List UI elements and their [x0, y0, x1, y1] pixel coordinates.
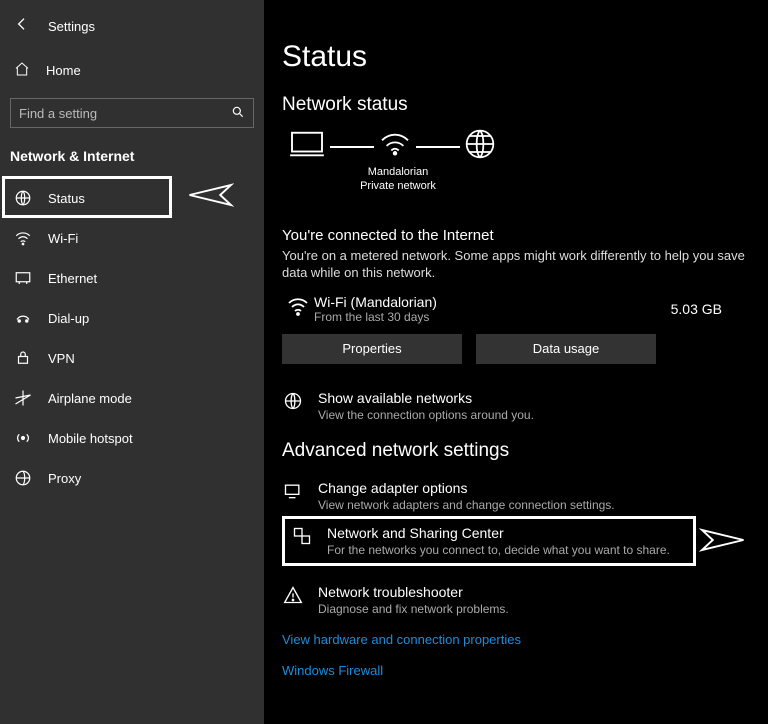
nav-label: Mobile hotspot — [48, 431, 133, 446]
wifi-icon — [286, 294, 314, 323]
proxy-icon — [14, 469, 32, 487]
option-sub: For the networks you connect to, decide … — [327, 543, 670, 557]
sidebar-item-hotspot[interactable]: Mobile hotspot — [0, 418, 264, 458]
hardware-link[interactable]: View hardware and connection properties — [282, 632, 750, 647]
network-name: Mandalorian — [338, 165, 458, 179]
adapter-icon — [282, 480, 304, 501]
network-type: Private network — [338, 179, 458, 193]
option-sub: Diagnose and fix network problems. — [318, 602, 509, 616]
wifi-name: Wi-Fi (Mandalorian) — [314, 294, 671, 310]
connected-title: You're connected to the Internet — [282, 227, 750, 244]
home-label: Home — [46, 63, 81, 78]
sharing-icon — [291, 525, 313, 546]
data-usage-value: 5.03 GB — [671, 301, 750, 317]
nav-label: Proxy — [48, 471, 81, 486]
sidebar-item-airplane[interactable]: Airplane mode — [0, 378, 264, 418]
nav-label: Status — [48, 191, 85, 206]
main-panel: Status Network status Mandalorian Privat… — [264, 0, 768, 724]
nav-label: Ethernet — [48, 271, 97, 286]
network-diagram: Mandalorian Private network — [282, 128, 750, 165]
advanced-heading: Advanced network settings — [282, 440, 750, 462]
sidebar-item-dialup[interactable]: Dial-up — [0, 298, 264, 338]
sidebar-item-status[interactable]: Status — [0, 178, 264, 218]
option-title: Network troubleshooter — [318, 584, 509, 600]
vpn-icon — [14, 349, 32, 367]
data-usage-button[interactable]: Data usage — [476, 334, 656, 364]
globe-icon — [14, 189, 32, 207]
nav-label: VPN — [48, 351, 75, 366]
wifi-sub: From the last 30 days — [314, 310, 671, 324]
option-sub: View the connection options around you. — [318, 408, 534, 422]
option-title: Show available networks — [318, 390, 534, 406]
arrow-indicator-icon — [699, 527, 745, 558]
hotspot-icon — [14, 429, 32, 447]
troubleshooter-row[interactable]: Network troubleshooter Diagnose and fix … — [282, 584, 750, 616]
wifi-icon — [14, 229, 32, 247]
sidebar-item-proxy[interactable]: Proxy — [0, 458, 264, 498]
sidebar: Settings Home Find a setting Network & I… — [0, 0, 264, 724]
back-button[interactable] — [10, 16, 34, 37]
arrow-indicator-icon — [188, 180, 238, 210]
sharing-center-highlight: Network and Sharing Center For the netwo… — [282, 516, 696, 566]
nav-label: Wi-Fi — [48, 231, 78, 246]
home-icon — [14, 61, 30, 80]
settings-title: Settings — [48, 19, 95, 34]
globe-icon — [464, 128, 496, 165]
airplane-icon — [14, 389, 32, 407]
status-heading: Network status — [282, 94, 750, 116]
option-title: Change adapter options — [318, 480, 615, 496]
connected-body: You're on a metered network. Some apps m… — [282, 248, 750, 282]
nav-label: Dial-up — [48, 311, 89, 326]
option-sub: View network adapters and change connect… — [318, 498, 615, 512]
option-title: Network and Sharing Center — [327, 525, 670, 541]
pc-icon — [288, 129, 326, 164]
section-header: Network & Internet — [0, 142, 264, 178]
search-icon — [231, 105, 245, 122]
warning-icon — [282, 584, 304, 605]
wifi-icon — [378, 131, 412, 162]
ethernet-icon — [14, 269, 32, 287]
wifi-usage-row: Wi-Fi (Mandalorian) From the last 30 day… — [282, 294, 750, 324]
adapter-options-row[interactable]: Change adapter options View network adap… — [282, 480, 750, 512]
sidebar-item-vpn[interactable]: VPN — [0, 338, 264, 378]
home-nav[interactable]: Home — [0, 50, 264, 90]
search-input[interactable]: Find a setting — [10, 98, 254, 128]
sharing-center-row[interactable]: Network and Sharing Center For the netwo… — [291, 525, 687, 557]
dialup-icon — [14, 309, 32, 327]
globe-icon — [282, 390, 304, 411]
search-placeholder: Find a setting — [19, 106, 97, 121]
sidebar-item-ethernet[interactable]: Ethernet — [0, 258, 264, 298]
properties-button[interactable]: Properties — [282, 334, 462, 364]
show-networks-row[interactable]: Show available networks View the connect… — [282, 390, 750, 422]
page-title: Status — [282, 40, 750, 74]
nav-label: Airplane mode — [48, 391, 132, 406]
sidebar-item-wifi[interactable]: Wi-Fi — [0, 218, 264, 258]
firewall-link[interactable]: Windows Firewall — [282, 663, 750, 678]
